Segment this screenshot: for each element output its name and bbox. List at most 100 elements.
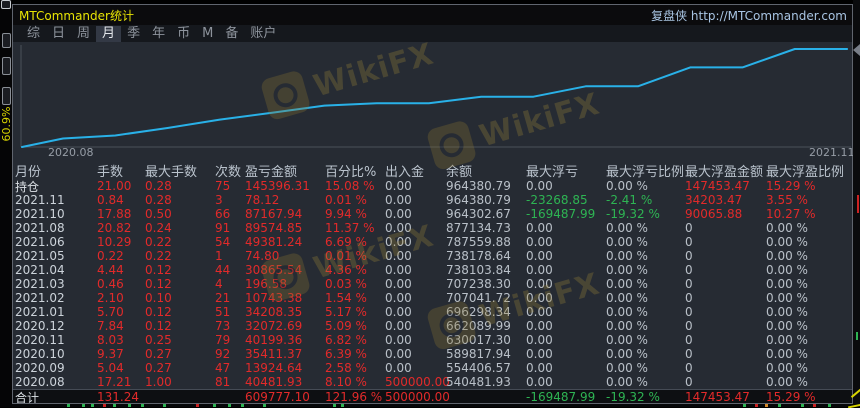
- table-cell: 2020.09: [15, 361, 65, 375]
- table-cell: 0.00: [526, 375, 553, 389]
- equity-curve-svg: [20, 45, 851, 148]
- table-cell: 0.27: [145, 347, 172, 361]
- equity-chart[interactable]: 2020.08 2021.11: [13, 42, 855, 161]
- table-cell: 696298.34: [446, 305, 511, 319]
- statistics-window: MTCommander统计 复盘侠 http://MTCommander.com…: [12, 4, 855, 404]
- table-row[interactable]: 持仓 21.00 0.28 75 145396.31 15.08 % 0.00 964380.…: [13, 179, 852, 194]
- menu-item-账户[interactable]: 账户: [244, 26, 282, 42]
- table-cell: 2020.10: [15, 347, 65, 361]
- table-row[interactable]: 2021.01 5.70 0.12 51 34208.35 5.17 % 0.00 69629…: [13, 305, 852, 319]
- menu-item-币[interactable]: 币: [171, 26, 196, 42]
- menu-item-备[interactable]: 备: [219, 26, 244, 42]
- table-cell: 20.82: [97, 221, 132, 235]
- table-row[interactable]: 2020.09 5.04 0.27 47 13924.64 2.58 % 0.00 55440…: [13, 361, 852, 375]
- table-cell: 0: [685, 305, 693, 319]
- table-cell: 92: [215, 347, 231, 361]
- table-header-row: 月份 手数 最大手数 次数 盈亏金额 百分比% 出入金 余额 最大浮亏 最大浮亏比例 最大浮盈金额最…: [13, 161, 852, 180]
- table-cell: 51: [215, 305, 231, 319]
- table-row[interactable]: 2021.02 2.10 0.10 21 10743.38 1.54 % 0.00 70704…: [13, 291, 852, 305]
- column-header[interactable]: 最大浮亏比例: [604, 161, 684, 180]
- column-header[interactable]: 百分比%: [323, 161, 383, 180]
- table-cell: 0.22: [97, 249, 124, 263]
- table-cell: 5.09 %: [325, 319, 367, 333]
- table-cell: -19.32 %: [606, 207, 660, 221]
- table-cell: 121.96 %: [325, 390, 383, 403]
- table-cell: 0.00: [526, 361, 553, 375]
- table-cell: 0.00 %: [606, 361, 648, 375]
- column-header[interactable]: 最大浮盈金额: [683, 161, 764, 180]
- table-cell: 4: [215, 277, 223, 291]
- table-cell: 0.00 %: [766, 221, 808, 235]
- column-header[interactable]: 余额: [444, 161, 524, 180]
- table-cell: 75: [215, 179, 231, 193]
- table-cell: 0.00: [385, 333, 412, 347]
- table-row[interactable]: 2021.04 4.44 0.12 44 30865.54 4.36 % 0.00 73810…: [13, 263, 852, 277]
- table-cell: 0.00: [385, 193, 412, 207]
- table-cell: 0.84: [97, 193, 124, 207]
- table-cell: 0: [685, 319, 693, 333]
- table-cell: 0: [685, 333, 693, 347]
- table-cell: 0.10: [145, 291, 172, 305]
- table-cell: 持仓: [15, 179, 40, 194]
- table-row[interactable]: 2021.08 20.82 0.24 91 89574.85 11.37 % 0.00 877…: [13, 221, 852, 235]
- table-cell: 21: [215, 291, 231, 305]
- menu-item-周[interactable]: 周: [71, 26, 96, 42]
- table-cell: 0.00 %: [606, 263, 648, 277]
- table-cell: 500000.00: [385, 390, 450, 403]
- table-cell: 0.12: [145, 319, 172, 333]
- column-header[interactable]: 盈亏金额: [243, 161, 323, 180]
- table-row[interactable]: 2021.10 17.88 0.50 66 87167.94 9.94 % 0.00 9643…: [13, 207, 852, 221]
- table-cell: 589817.94: [446, 347, 511, 361]
- table-cell: 0: [685, 249, 693, 263]
- background-icon: [1, 0, 11, 9]
- table-row[interactable]: 2020.11 8.03 0.25 79 40199.36 6.82 % 0.00 63001…: [13, 333, 852, 347]
- table-cell: 0.00: [385, 235, 412, 249]
- price-marker-icon: [853, 44, 860, 56]
- column-header[interactable]: 最大浮亏: [524, 161, 604, 180]
- table-cell: 49381.24: [245, 235, 303, 249]
- menu-item-日[interactable]: 日: [46, 26, 71, 42]
- menu-item-月[interactable]: 月: [96, 25, 122, 42]
- table-cell: 17.21: [97, 375, 132, 389]
- table-cell: 2.58 %: [325, 361, 367, 375]
- column-header[interactable]: 次数: [213, 161, 243, 180]
- table-cell: 609777.10: [245, 390, 310, 403]
- column-header[interactable]: 手数: [95, 161, 143, 180]
- column-header[interactable]: 最大手数: [143, 161, 213, 180]
- table-cell: 2021.11: [15, 193, 65, 207]
- table-row[interactable]: 2021.11 0.84 0.28 3 78.12 0.01 % 0.00 964380.79…: [13, 193, 852, 207]
- table-cell: 47: [215, 361, 231, 375]
- column-header[interactable]: 出入金: [383, 161, 444, 180]
- table-cell: 0.00: [526, 291, 553, 305]
- brand-link[interactable]: 复盘侠 http://MTCommander.com: [651, 7, 847, 24]
- table-cell: -23268.85: [526, 193, 588, 207]
- menu-item-季[interactable]: 季: [121, 26, 146, 42]
- table-cell: 2021.05: [15, 249, 65, 263]
- table-cell: 15.29 %: [766, 390, 816, 403]
- table-cell: 554406.57: [446, 361, 511, 375]
- table-cell: 17.88: [97, 207, 132, 221]
- table-row[interactable]: 2020.12 7.84 0.12 73 32072.69 5.09 % 0.00 66208…: [13, 319, 852, 333]
- table-row[interactable]: 2020.08 17.21 1.00 81 40481.93 8.10 % 500000.0…: [13, 375, 852, 389]
- table-cell: 0.00: [526, 249, 553, 263]
- table-cell: 5.70: [97, 305, 124, 319]
- window-title: MTCommander统计: [19, 8, 134, 23]
- table-cell: 147453.47: [685, 179, 750, 193]
- table-cell: 0.00: [385, 347, 412, 361]
- menu-item-年[interactable]: 年: [146, 26, 171, 42]
- table-cell: 0.00: [526, 179, 553, 193]
- table-row[interactable]: 2021.03 0.46 0.12 4 196.58 0.03 % 0.00 707238.3…: [13, 277, 852, 291]
- table-cell: -19.32 %: [606, 390, 660, 403]
- column-header[interactable]: 最大浮盈比例: [764, 161, 852, 180]
- table-row[interactable]: 2020.10 9.37 0.27 92 35411.37 6.39 % 0.00 58981…: [13, 347, 852, 361]
- menu-item-M[interactable]: M: [196, 26, 219, 42]
- table-row[interactable]: 2021.06 10.29 0.22 54 49381.24 6.69 % 0.00 7875…: [13, 235, 852, 249]
- table-cell: 0.00: [385, 263, 412, 277]
- table-row-total[interactable]: 合计 131.24 609777.10 121.96 % 500000.00 -16948…: [13, 389, 852, 403]
- table-cell: 0: [685, 361, 693, 375]
- table-cell: 707041.72: [446, 291, 511, 305]
- menu-item-综[interactable]: 综: [21, 26, 46, 42]
- table-row[interactable]: 2021.05 0.22 0.22 1 74.80 0.01 % 0.00 738178.64…: [13, 249, 852, 263]
- title-bar[interactable]: MTCommander统计 复盘侠 http://MTCommander.com: [13, 5, 852, 25]
- table-cell: 74.80: [245, 249, 280, 263]
